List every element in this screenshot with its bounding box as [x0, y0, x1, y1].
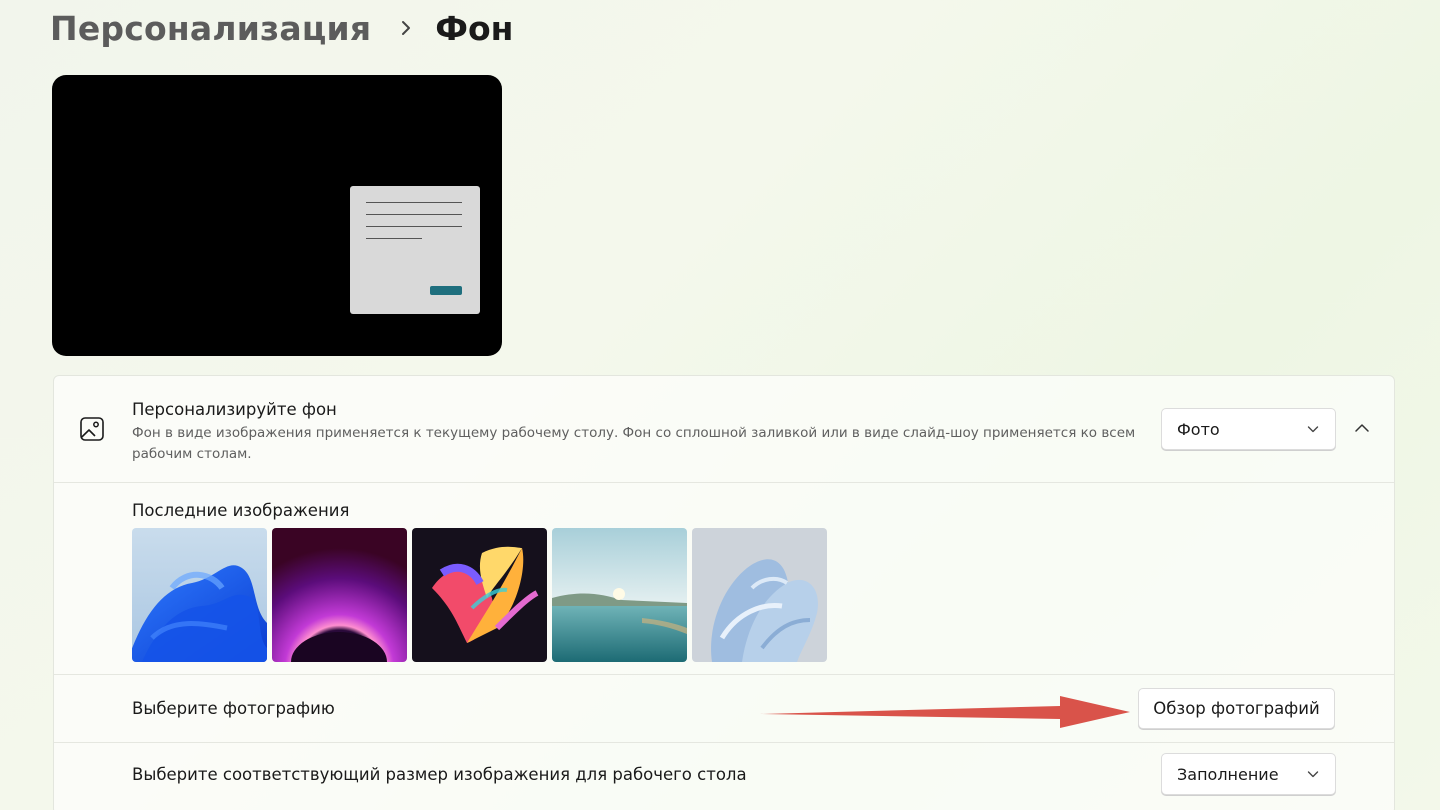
chevron-down-icon	[1307, 426, 1319, 433]
background-type-value: Фото	[1177, 419, 1220, 439]
recent-image-blue-bloom[interactable]	[132, 528, 267, 662]
browse-photos-button[interactable]: Обзор фотографий	[1138, 688, 1335, 729]
personalize-background-row: Персонализируйте фон Фон в виде изображе…	[54, 376, 1394, 483]
choose-photo-row: Выберите фотографию Обзор фотографий	[54, 675, 1394, 743]
desktop-preview	[52, 75, 502, 356]
background-settings-card: Персонализируйте фон Фон в виде изображе…	[53, 375, 1395, 810]
preview-window-button	[430, 286, 462, 295]
image-icon	[80, 417, 104, 441]
recent-images-list	[132, 528, 827, 662]
fit-dropdown[interactable]: Заполнение	[1161, 753, 1336, 795]
breadcrumb-personalization[interactable]: Персонализация	[50, 9, 371, 48]
fit-value: Заполнение	[1177, 764, 1279, 784]
setting-title: Персонализируйте фон	[132, 400, 337, 419]
fit-label: Выберите соответствующий размер изображе…	[132, 765, 747, 784]
chevron-down-icon	[1307, 771, 1319, 778]
page-title: Фон	[435, 8, 514, 48]
setting-description: Фон в виде изображения применяется к тек…	[132, 425, 1136, 462]
chevron-up-icon[interactable]	[1354, 421, 1370, 435]
breadcrumb: Персонализация Фон	[50, 8, 513, 48]
recent-images-label: Последние изображения	[132, 501, 350, 520]
chevron-right-icon	[399, 18, 413, 38]
preview-window	[350, 186, 480, 314]
background-type-dropdown[interactable]: Фото	[1161, 408, 1336, 450]
annotation-arrow	[760, 696, 1130, 728]
recent-image-colorful-ribbon[interactable]	[412, 528, 547, 662]
recent-images-row: Последние изображения	[54, 483, 1394, 675]
recent-image-light-blue-bloom[interactable]	[692, 528, 827, 662]
fit-row: Выберите соответствующий размер изображе…	[54, 743, 1394, 810]
recent-image-purple-glow[interactable]	[272, 528, 407, 662]
recent-image-lake-sunrise[interactable]	[552, 528, 687, 662]
choose-photo-label: Выберите фотографию	[132, 699, 335, 718]
